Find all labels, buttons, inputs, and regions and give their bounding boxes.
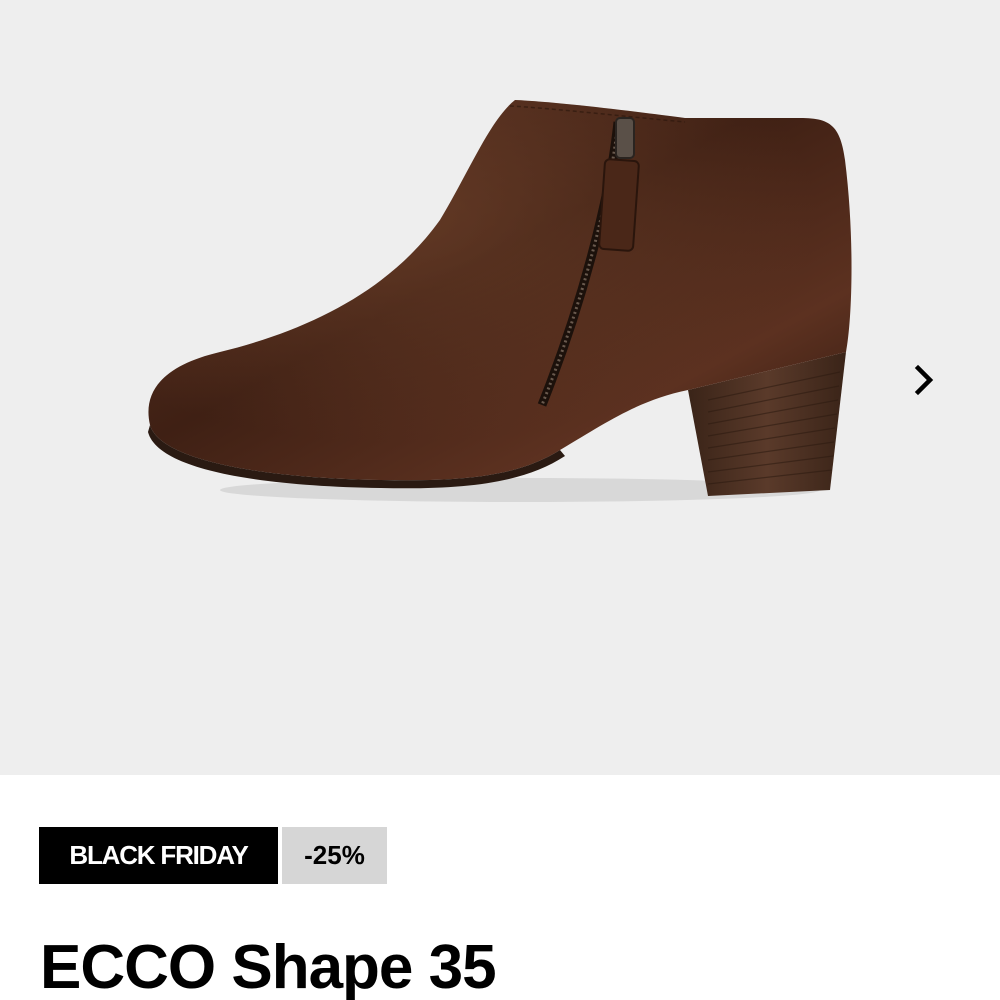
- chevron-right-icon: [914, 364, 934, 396]
- next-image-button[interactable]: [898, 354, 950, 406]
- product-badges: BLACK FRIDAY -25%: [39, 827, 387, 884]
- product-title: ECCO Shape 35: [40, 933, 497, 1000]
- product-gallery[interactable]: [0, 0, 1000, 775]
- discount-badge: -25%: [282, 827, 387, 884]
- product-page: BLACK FRIDAY -25% ECCO Shape 35: [0, 0, 1000, 1000]
- product-image[interactable]: [140, 90, 860, 510]
- black-friday-badge: BLACK FRIDAY: [39, 827, 278, 884]
